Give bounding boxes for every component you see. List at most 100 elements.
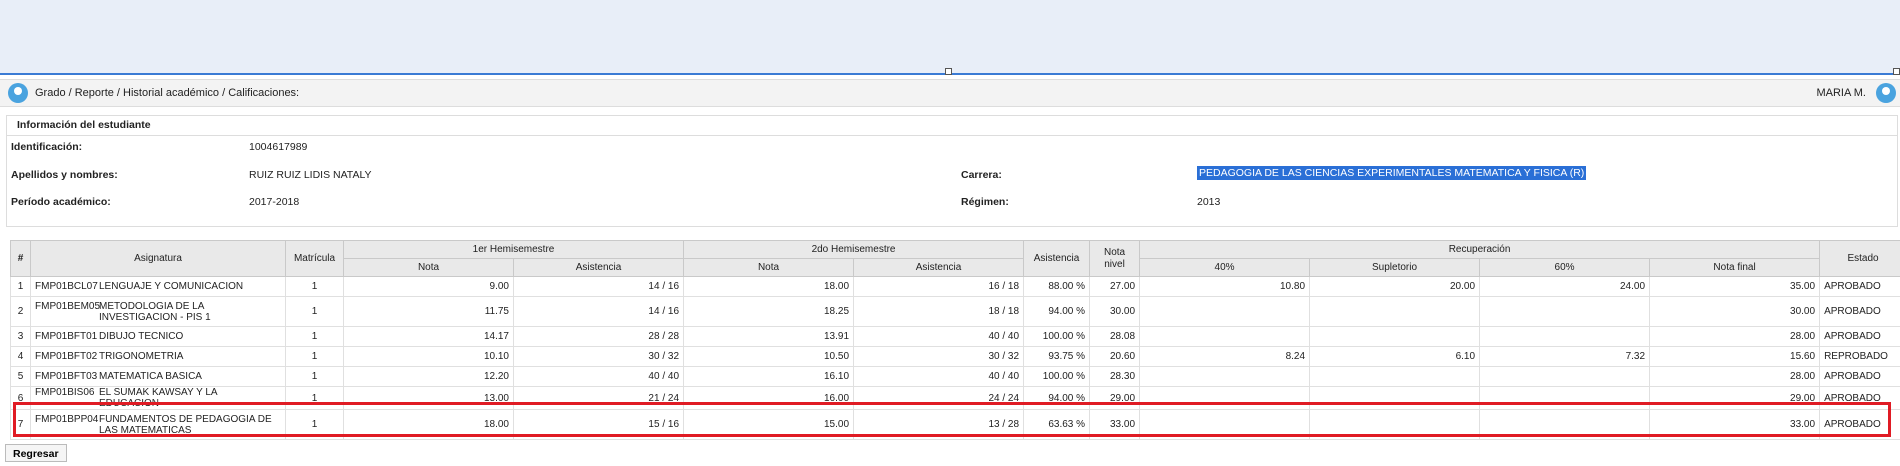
recovery-40-cell — [1139, 296, 1311, 327]
attendance-2-cell: 40 / 40 — [853, 366, 1025, 387]
enrollment-cell: 1 — [285, 366, 344, 387]
header-attendance-2: Asistencia — [853, 258, 1025, 277]
header-final: Nota final — [1649, 258, 1821, 277]
header-attendance-1: Asistencia — [512, 258, 685, 277]
enrollment-cell: 1 — [285, 326, 344, 347]
user-avatar-icon[interactable] — [1876, 83, 1896, 103]
grade-1-cell: 14.17 — [343, 326, 514, 347]
grade-1-cell: 11.75 — [343, 296, 514, 327]
row-number: 3 — [10, 326, 31, 347]
grade-1-cell: 10.10 — [343, 346, 514, 367]
attendance-cell: 100.00 % — [1023, 366, 1091, 387]
subject-cell: FMP01BFT03 MATEMATICA BASICA — [30, 366, 286, 387]
subject-name: MATEMATICA BASICA — [99, 371, 202, 382]
user-name[interactable]: MARIA M. — [1816, 87, 1866, 99]
header-grade-2: Nota — [683, 258, 855, 277]
recovery-40-cell — [1139, 366, 1311, 387]
recovery-40-cell: 8.24 — [1139, 346, 1311, 367]
student-info-panel: Información del estudiante Identificació… — [6, 115, 1898, 227]
level-grade-cell: 20.60 — [1089, 346, 1141, 367]
subject-cell: FMP01BCL07LENGUAJE Y COMUNICACION — [30, 276, 286, 297]
header-recovery: Recuperación — [1139, 240, 1821, 259]
regime-value: 2013 — [1197, 196, 1221, 208]
status-cell: APROBADO — [1819, 296, 1900, 327]
supletorio-cell: 6.10 — [1309, 346, 1481, 367]
final-grade-cell: 30.00 — [1649, 296, 1821, 327]
level-grade-cell: 27.00 — [1089, 276, 1141, 297]
header-enrollment: Matrícula — [285, 240, 344, 277]
grade-2-cell: 10.50 — [683, 346, 855, 367]
status-cell: APROBADO — [1819, 326, 1900, 347]
recovery-40-cell: 10.80 — [1139, 276, 1311, 297]
supletorio-cell — [1309, 326, 1481, 347]
resize-handle[interactable] — [945, 68, 952, 75]
back-button[interactable]: Regresar — [5, 444, 67, 462]
subject-name: LENGUAJE Y COMUNICACION — [99, 281, 244, 292]
subject-code: FMP01BFT02 — [35, 351, 98, 362]
final-grade-cell: 28.00 — [1649, 366, 1821, 387]
breadcrumb: Grado / Reporte / Historial académico / … — [0, 79, 1900, 107]
location-pin-icon — [8, 83, 28, 103]
final-grade-cell: 15.60 — [1649, 346, 1821, 367]
status-cell: APROBADO — [1819, 276, 1900, 297]
header-level-grade: Nota nivel — [1089, 240, 1141, 277]
grade-2-cell: 18.00 — [683, 276, 855, 297]
attendance-1-cell: 28 / 28 — [512, 326, 685, 347]
table-row: 3 FMP01BFT01 DIBUJO TECNICO 1 14.17 28 / 28 13… — [10, 326, 1900, 347]
subject-cell: FMP01BEM05METODOLOGIA DE LA INVESTIGACIO… — [30, 296, 286, 327]
header-second-half: 2do Hemisemestre — [683, 240, 1025, 259]
resize-handle[interactable] — [1893, 68, 1900, 75]
subject-name: TRIGONOMETRIA — [99, 351, 184, 362]
grade-2-cell: 16.10 — [683, 366, 855, 387]
grade-1-cell: 12.20 — [343, 366, 514, 387]
header-60: 60% — [1479, 258, 1651, 277]
attendance-cell: 100.00 % — [1023, 326, 1091, 347]
id-value: 1004617989 — [249, 141, 308, 153]
recovery-60-cell — [1479, 326, 1651, 347]
header-num: # — [10, 240, 31, 277]
table-row: 2 FMP01BEM05METODOLOGIA DE LA INVESTIGACI… — [10, 296, 1900, 327]
status-cell: APROBADO — [1819, 366, 1900, 387]
regime-label: Régimen: — [961, 196, 1009, 208]
row-number: 5 — [10, 366, 31, 387]
header-40: 40% — [1139, 258, 1311, 277]
subject-name: DIBUJO TECNICO — [99, 331, 184, 342]
header-supletorio: Supletorio — [1309, 258, 1481, 277]
breadcrumb-text: Grado / Reporte / Historial académico / … — [35, 87, 300, 99]
grade-2-cell: 18.25 — [683, 296, 855, 327]
supletorio-cell: 20.00 — [1309, 276, 1481, 297]
attendance-cell: 94.00 % — [1023, 296, 1091, 327]
subject-code: FMP01BEM05 — [35, 300, 101, 312]
header-grade-1: Nota — [343, 258, 514, 277]
recovery-40-cell — [1139, 326, 1311, 347]
attendance-2-cell: 16 / 18 — [853, 276, 1025, 297]
row-number: 2 — [10, 296, 31, 327]
attendance-2-cell: 40 / 40 — [853, 326, 1025, 347]
level-grade-cell: 30.00 — [1089, 296, 1141, 327]
career-label: Carrera: — [961, 169, 1002, 181]
level-grade-cell: 28.30 — [1089, 366, 1141, 387]
enrollment-cell: 1 — [285, 346, 344, 367]
period-value: 2017-2018 — [249, 196, 300, 208]
table-row: 5 FMP01BFT03 MATEMATICA BASICA 1 12.20 40 / 4… — [10, 366, 1900, 387]
section-title: Información del estudiante — [17, 119, 151, 131]
enrollment-cell: 1 — [285, 296, 344, 327]
attendance-1-cell: 14 / 16 — [512, 276, 685, 297]
final-grade-cell: 28.00 — [1649, 326, 1821, 347]
table-row: 4 FMP01BFT02 TRIGONOMETRIA 1 10.10 30 / 32 10.… — [10, 346, 1900, 367]
recovery-60-cell — [1479, 366, 1651, 387]
recovery-60-cell: 24.00 — [1479, 276, 1651, 297]
attendance-1-cell: 14 / 16 — [512, 296, 685, 327]
recovery-60-cell: 7.32 — [1479, 346, 1651, 367]
attendance-2-cell: 30 / 32 — [853, 346, 1025, 367]
header-first-half: 1er Hemisemestre — [342, 240, 685, 259]
career-value: PEDAGOGIA DE LAS CIENCIAS EXPERIMENTALES… — [1197, 166, 1587, 180]
grade-2-cell: 13.91 — [683, 326, 855, 347]
subject-code: FMP01BCL07 — [35, 281, 98, 292]
attendance-1-cell: 30 / 32 — [512, 346, 685, 367]
supletorio-cell — [1309, 366, 1481, 387]
highlight-box — [13, 402, 1891, 437]
level-grade-cell: 28.08 — [1089, 326, 1141, 347]
subject-code: FMP01BFT03 — [35, 371, 98, 382]
top-banner — [0, 0, 1900, 73]
